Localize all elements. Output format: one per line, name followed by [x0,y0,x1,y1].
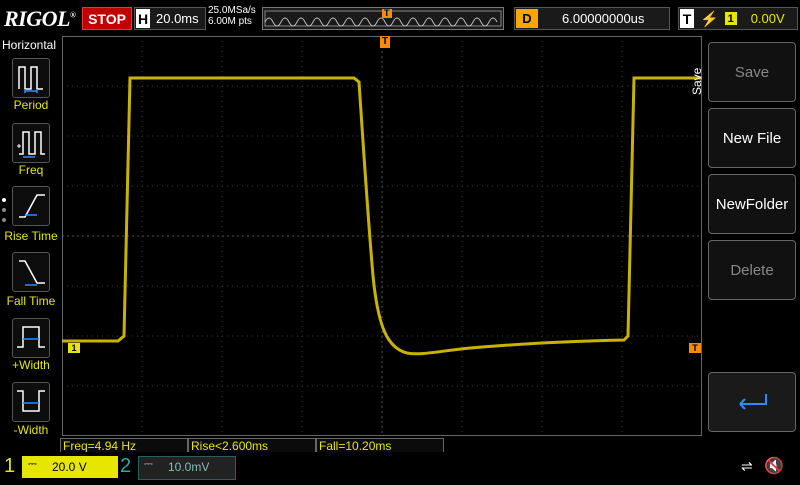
period-button[interactable] [12,58,50,98]
graticule [62,36,702,436]
top-trigger-marker[interactable]: T [380,36,390,48]
delay-value: 6.00000000us [562,11,645,26]
horizontal-timebase[interactable]: H 20.0ms [134,7,206,30]
memory-trigger-marker: T [384,8,390,18]
rising-edge-icon: ⚡ [700,10,719,28]
pos-width-icon [17,326,45,348]
freq-button[interactable] [12,123,50,163]
trigger-source: 1 [724,12,737,25]
rise-time-label: Rise Time [4,229,58,243]
delete-button[interactable]: Delete [708,240,796,300]
horizontal-key: H [136,9,150,28]
usb-icon: ⇌ [741,458,753,474]
ch2-number: 2 [120,455,132,477]
ch1-number: 1 [4,455,16,477]
timebase-value: 20.0ms [156,11,199,26]
rise-time-icon [19,194,45,218]
memory-waveform-preview [264,9,502,27]
ch1-ground-marker[interactable]: 1 [68,343,80,353]
enter-return-icon [739,394,767,410]
run-stop-indicator[interactable]: STOP [82,7,132,30]
memory-depth: 6.00M pts [208,16,252,27]
pos-width-button[interactable] [12,318,50,358]
new-file-button[interactable]: New File [708,108,796,168]
memory-overview-strip[interactable]: T [262,7,504,30]
rigol-logo: RIGOL® [4,6,76,31]
enter-button[interactable] [708,372,796,432]
save-button[interactable]: Save [708,42,796,102]
ch1-scale: 20.0 V [52,460,87,474]
right-menu-title: Save [690,67,704,95]
fall-time-button[interactable] [12,252,50,292]
dc-coupling-icon: ⎓ [28,458,37,470]
period-icon [18,66,43,93]
period-label: Period [13,98,49,112]
ch2-scale: 10.0mV [168,460,210,474]
fall-time-label: Fall Time [6,294,56,308]
new-folder-button[interactable]: NewFolder [708,174,796,234]
trigger-key: T [680,9,694,28]
pos-width-label: +Width [12,358,50,372]
freq-icon [17,131,45,158]
waveform-display[interactable]: T [62,36,702,436]
trigger-level-marker[interactable]: T [689,343,701,353]
neg-width-icon [17,390,45,412]
delay-key: D [516,9,538,28]
speaker-mute-icon[interactable]: 🔇 [764,456,784,476]
trigger-level: 0.00V [750,11,785,26]
trigger-readout[interactable]: T ⚡ 1 0.00V [678,7,798,30]
menu-page-dots [2,198,6,228]
sample-rate: 25.0MSa/s [208,5,256,16]
delay-readout[interactable]: D 6.00000000us [514,7,670,30]
menu-title: Horizontal [2,38,57,52]
neg-width-button[interactable] [12,382,50,422]
fall-time-icon [19,260,45,286]
acquisition-info: 25.0MSa/s 6.00M pts [208,5,256,27]
neg-width-label: -Width [13,423,49,437]
ch2-coupling-icon: ⎓ [144,458,153,470]
freq-label: Freq [18,163,44,177]
rise-time-button[interactable] [12,186,50,226]
